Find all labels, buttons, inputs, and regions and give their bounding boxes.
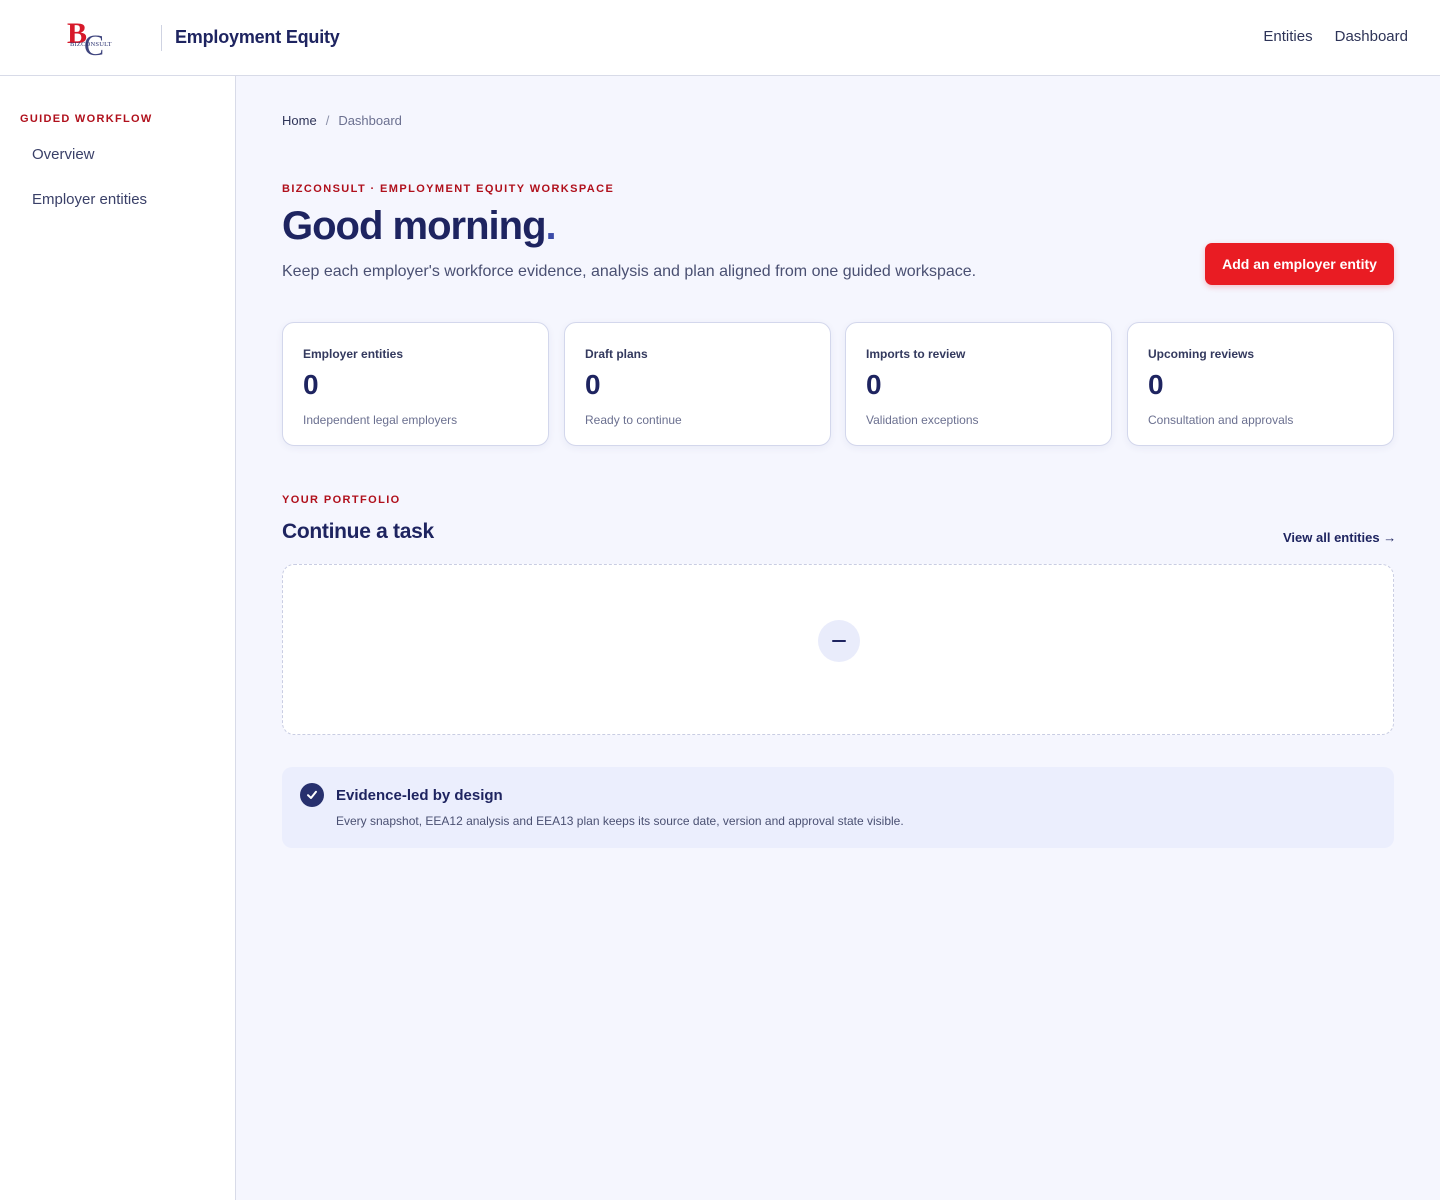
stat-value: 0 bbox=[303, 369, 319, 400]
stat-label: Employer entities bbox=[303, 347, 404, 361]
bizconsult-logo[interactable]: B C BIZCONSULT bbox=[66, 16, 118, 60]
brand-divider bbox=[161, 25, 162, 51]
sidebar-item-employer-entities[interactable]: Employer entities bbox=[32, 191, 147, 208]
stat-value: 0 bbox=[585, 369, 601, 400]
stat-caption: Ready to continue bbox=[585, 413, 682, 427]
add-employer-entity-button[interactable]: Add an employer entity bbox=[1205, 243, 1394, 285]
workspace-eyebrow: BIZCONSULT · EMPLOYMENT EQUITY WORKSPACE bbox=[282, 183, 615, 195]
stat-value: 0 bbox=[866, 369, 882, 400]
svg-text:BIZCONSULT: BIZCONSULT bbox=[70, 41, 112, 48]
check-icon bbox=[300, 783, 324, 807]
main-content: Home / Dashboard BIZCONSULT · EMPLOYMENT… bbox=[236, 76, 1440, 1200]
stat-label: Imports to review bbox=[866, 347, 966, 361]
portfolio-title: Continue a task bbox=[282, 520, 434, 543]
task-empty-state bbox=[282, 564, 1394, 735]
breadcrumb: Home / Dashboard bbox=[282, 113, 402, 128]
greeting-dot: . bbox=[545, 204, 557, 248]
stats-row: Employer entities 0 Independent legal em… bbox=[282, 322, 1394, 446]
nav-dashboard-link[interactable]: Dashboard bbox=[1335, 28, 1408, 45]
portfolio-eyebrow: YOUR PORTFOLIO bbox=[282, 494, 401, 506]
page-title: Good morning. bbox=[282, 204, 557, 249]
minus-icon bbox=[818, 620, 860, 662]
top-nav: Entities Dashboard bbox=[1263, 28, 1408, 45]
nav-entities-link[interactable]: Entities bbox=[1263, 28, 1312, 45]
breadcrumb-separator: / bbox=[325, 113, 330, 128]
app-title: Employment Equity bbox=[175, 27, 340, 47]
stat-label: Upcoming reviews bbox=[1148, 347, 1255, 361]
stat-caption: Independent legal employers bbox=[303, 413, 458, 427]
top-bar: B C BIZCONSULT Employment Equity Entitie… bbox=[0, 0, 1440, 76]
breadcrumb-current: Dashboard bbox=[338, 113, 402, 128]
stat-card-imports-to-review: Imports to review 0 Validation exception… bbox=[845, 322, 1112, 446]
info-text: Every snapshot, EEA12 analysis and EEA13… bbox=[336, 814, 904, 828]
breadcrumb-home[interactable]: Home bbox=[282, 113, 317, 128]
stat-caption: Validation exceptions bbox=[866, 413, 979, 427]
sidebar-heading: GUIDED WORKFLOW bbox=[20, 113, 153, 125]
sidebar-item-overview[interactable]: Overview bbox=[32, 146, 95, 163]
stat-value: 0 bbox=[1148, 369, 1164, 400]
greeting-text: Good morning bbox=[282, 204, 547, 248]
stat-label: Draft plans bbox=[585, 347, 648, 361]
evidence-info-panel: Evidence-led by design Every snapshot, E… bbox=[282, 767, 1394, 848]
page-subtitle: Keep each employer's workforce evidence,… bbox=[282, 263, 977, 280]
sidebar: GUIDED WORKFLOW Overview Employer entiti… bbox=[0, 76, 236, 1200]
stat-caption: Consultation and approvals bbox=[1148, 413, 1294, 427]
stat-card-draft-plans: Draft plans 0 Ready to continue bbox=[564, 322, 831, 446]
stat-card-upcoming-reviews: Upcoming reviews 0 Consultation and appr… bbox=[1127, 322, 1394, 446]
view-all-entities-link[interactable]: View all entities → bbox=[1283, 530, 1396, 545]
info-title: Evidence-led by design bbox=[336, 787, 503, 804]
stat-card-employer-entities: Employer entities 0 Independent legal em… bbox=[282, 322, 549, 446]
